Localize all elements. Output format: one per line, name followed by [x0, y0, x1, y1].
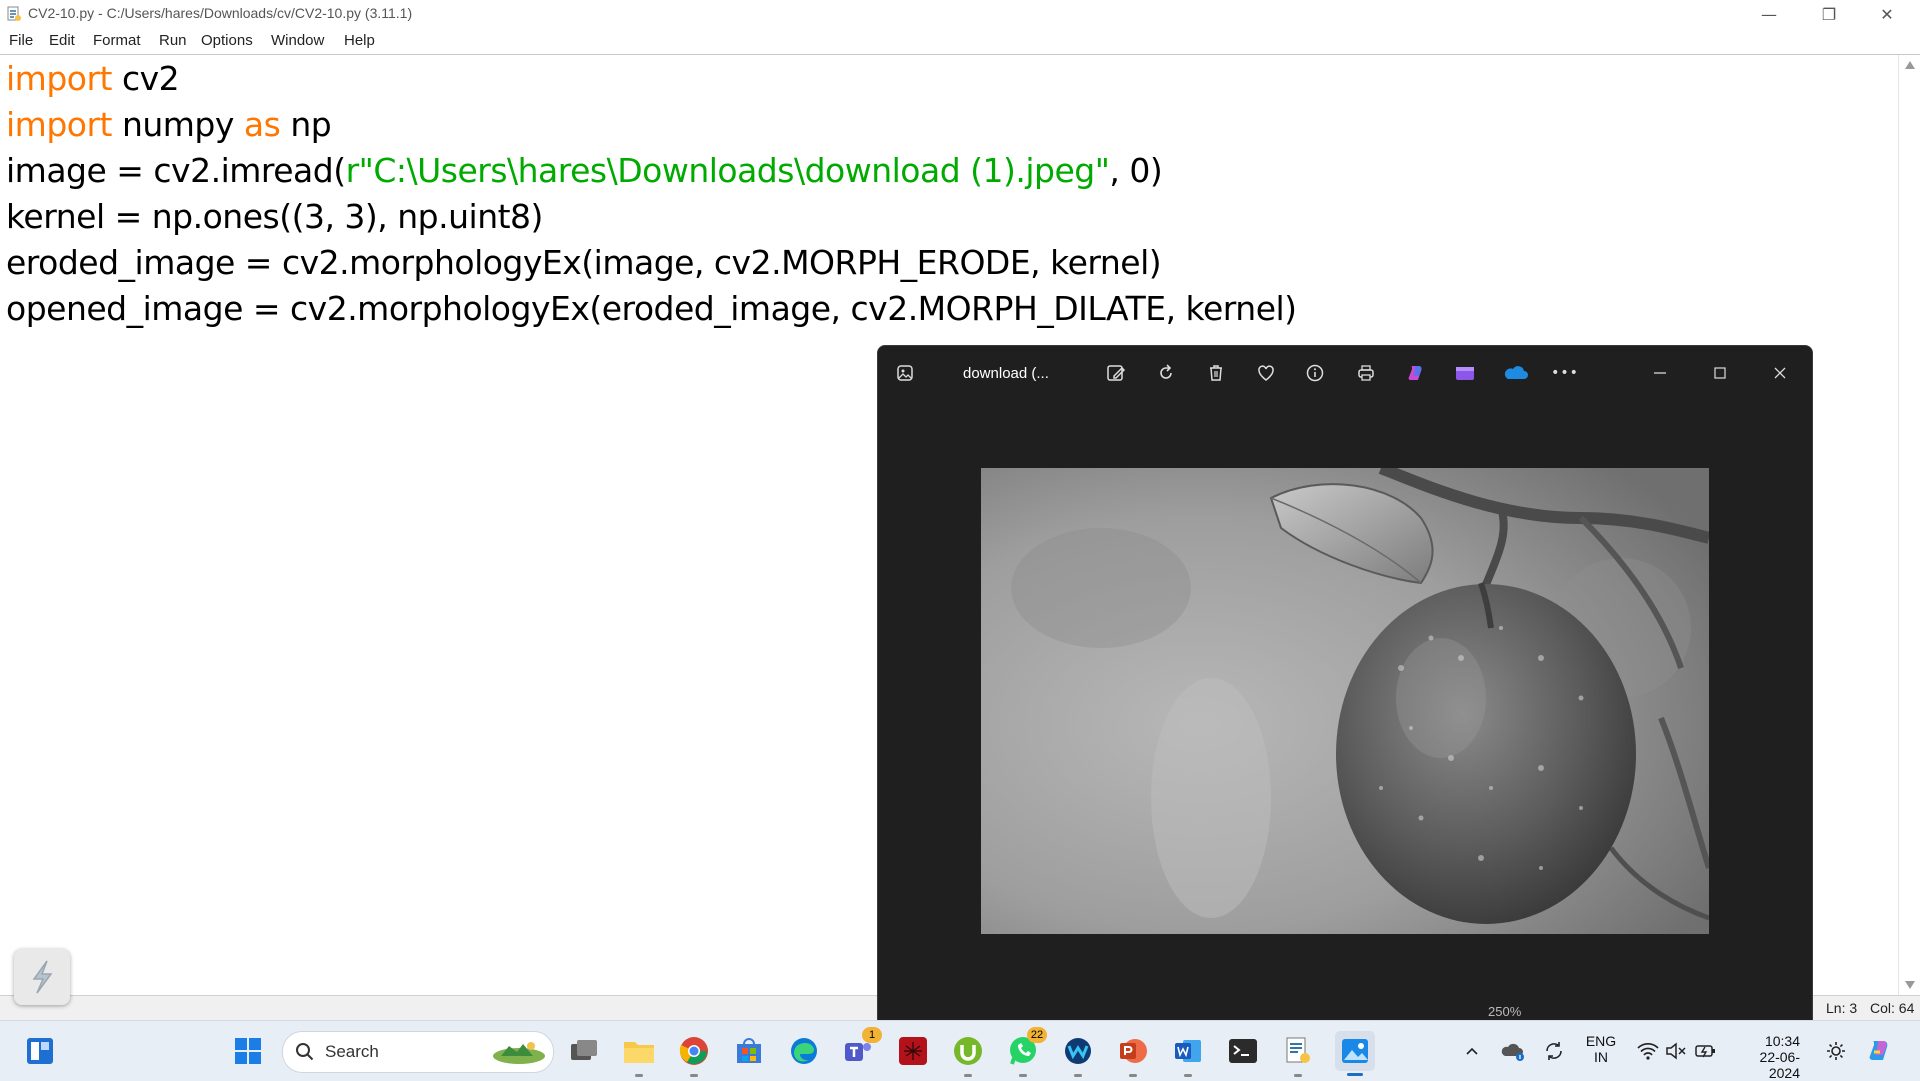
keyword: import	[6, 59, 112, 98]
microsoft-store-icon[interactable]	[731, 1033, 767, 1069]
widgets-icon[interactable]	[22, 1033, 58, 1069]
close-button[interactable]: ✕	[1858, 0, 1916, 28]
onedrive-sync-icon[interactable]	[1495, 1033, 1531, 1069]
search-highlight-icon	[493, 1042, 545, 1064]
photos-maximize-icon[interactable]	[1705, 358, 1735, 388]
terminal-icon[interactable]	[1225, 1033, 1261, 1069]
code-text: image = cv2.imread(	[6, 151, 346, 190]
photos-window: download (... ••• 250%	[877, 345, 1813, 1022]
spiderman-app-icon[interactable]	[895, 1033, 931, 1069]
copilot-icon[interactable]	[1401, 358, 1431, 388]
menu-edit[interactable]: Edit	[49, 32, 75, 49]
taskbar: Search 1 22 ENG IN 10:34 22-06-2024	[0, 1020, 1920, 1081]
menu-bar: File Edit Format Run Options Window Help	[0, 28, 1920, 55]
python-idle-icon[interactable]	[1280, 1033, 1316, 1077]
code-line-3: image = cv2.imread(r"C:\Users\hares\Down…	[6, 151, 1163, 190]
webex-icon[interactable]	[1060, 1033, 1096, 1077]
gallery-icon[interactable]	[890, 358, 920, 388]
region-code: IN	[1594, 1049, 1608, 1065]
code-line-5: eroded_image = cv2.morphologyEx(image, c…	[6, 243, 1162, 282]
window-title: CV2-10.py - C:/Users/hares/Downloads/cv/…	[28, 5, 413, 21]
favorite-icon[interactable]	[1251, 358, 1281, 388]
notification-settings-icon[interactable]	[1818, 1033, 1854, 1069]
utorrent-icon[interactable]	[950, 1033, 986, 1077]
sync-icon[interactable]	[1536, 1033, 1572, 1069]
onedrive-icon[interactable]	[1500, 358, 1530, 388]
whatsapp-icon[interactable]: 22	[1005, 1027, 1047, 1077]
clock-date: 22-06-2024	[1759, 1049, 1800, 1081]
code-line-6: opened_image = cv2.morphologyEx(eroded_i…	[6, 289, 1297, 328]
zoom-level: 250%	[1488, 1004, 1522, 1019]
minimize-button[interactable]: —	[1740, 0, 1798, 28]
chrome-icon[interactable]	[676, 1033, 712, 1077]
task-view-icon[interactable]	[566, 1033, 602, 1069]
whatsapp-badge: 22	[1027, 1027, 1047, 1043]
menu-options[interactable]: Options	[201, 32, 253, 49]
column-number: Col: 64	[1870, 1000, 1915, 1016]
menu-file[interactable]: File	[9, 32, 33, 49]
clock-time: 10:34	[1764, 1033, 1800, 1049]
menu-format[interactable]: Format	[93, 32, 141, 49]
photos-close-icon[interactable]	[1765, 358, 1795, 388]
code-text: np	[280, 105, 332, 144]
taskbar-search[interactable]: Search	[282, 1031, 554, 1073]
code-text: cv2	[111, 59, 180, 98]
string-literal: r"C:\Users\hares\Downloads\download (1).…	[345, 151, 1110, 190]
idle-file-icon	[7, 6, 21, 21]
rotate-icon[interactable]	[1151, 358, 1181, 388]
copilot-tray-icon[interactable]	[1862, 1033, 1898, 1069]
scroll-up-icon[interactable]	[1905, 61, 1915, 69]
clock[interactable]: 10:34 22-06-2024	[1734, 1033, 1800, 1081]
floating-app-button[interactable]	[14, 949, 70, 1005]
apple-photo	[981, 468, 1709, 934]
keyword: as	[243, 105, 281, 144]
lightning-icon	[32, 960, 53, 994]
line-number: Ln: 3	[1826, 1000, 1858, 1016]
search-label: Search	[325, 1042, 379, 1061]
photos-app-icon[interactable]	[1335, 1031, 1375, 1076]
language-code: ENG	[1585, 1033, 1617, 1049]
file-explorer-icon[interactable]	[621, 1033, 657, 1077]
code-text: numpy	[111, 105, 244, 144]
photos-minimize-icon[interactable]	[1645, 358, 1675, 388]
teams-badge: 1	[862, 1027, 882, 1043]
photos-bottom-bar: 250%	[878, 1004, 1812, 1021]
windows-start-icon[interactable]	[230, 1033, 266, 1069]
more-icon[interactable]: •••	[1550, 358, 1580, 388]
clipchamp-icon[interactable]	[1450, 358, 1480, 388]
teams-icon[interactable]: 1	[840, 1027, 882, 1069]
powerpoint-icon[interactable]	[1115, 1033, 1151, 1077]
menu-help[interactable]: Help	[344, 32, 375, 49]
edit-icon[interactable]	[1101, 358, 1131, 388]
keyword: import	[6, 105, 112, 144]
info-icon[interactable]	[1300, 358, 1330, 388]
menu-run[interactable]: Run	[159, 32, 187, 49]
language-indicator[interactable]: ENG IN	[1578, 1033, 1624, 1065]
code-line-4: kernel = np.ones((3, 3), np.uint8)	[6, 197, 543, 236]
search-icon	[296, 1043, 314, 1061]
photos-toolbar: download (... •••	[878, 346, 1812, 402]
photos-file-title: download (...	[963, 365, 1049, 382]
restore-button[interactable]: ❐	[1800, 0, 1858, 28]
edge-icon[interactable]	[786, 1033, 822, 1069]
code-line-1: import cv2	[6, 59, 180, 98]
word-icon[interactable]	[1170, 1033, 1206, 1077]
scroll-down-icon[interactable]	[1905, 981, 1915, 989]
code-text: , 0)	[1109, 151, 1163, 190]
title-bar: CV2-10.py - C:/Users/hares/Downloads/cv/…	[0, 0, 1920, 28]
print-icon[interactable]	[1351, 358, 1381, 388]
vertical-scrollbar[interactable]	[1898, 55, 1920, 995]
code-line-2: import numpy as np	[6, 105, 332, 144]
battery-icon[interactable]	[1688, 1033, 1724, 1069]
chevron-up-icon[interactable]	[1454, 1033, 1490, 1069]
menu-window[interactable]: Window	[271, 32, 324, 49]
delete-icon[interactable]	[1201, 358, 1231, 388]
